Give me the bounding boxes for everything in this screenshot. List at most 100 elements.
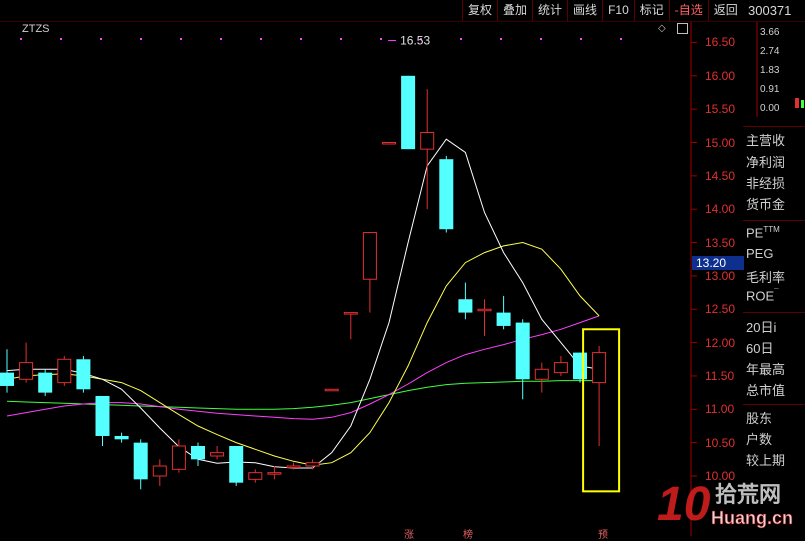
candle-body — [171, 445, 186, 470]
candle — [210, 445, 225, 460]
candle-body — [267, 472, 282, 475]
toolbar: 复权 叠加 统计 画线 F10 标记 -自选 返回 — [462, 0, 743, 21]
side-label-market-cap[interactable]: 总市值 — [746, 380, 785, 399]
side-label-gross-margin[interactable]: 毛利率 — [746, 267, 785, 286]
candle — [534, 362, 549, 393]
candle-body — [0, 372, 14, 386]
candle-body — [496, 312, 511, 326]
candle-body — [248, 472, 263, 480]
top-marker-dots — [20, 38, 622, 40]
candle-body — [420, 131, 435, 150]
candle — [38, 369, 53, 396]
badge-limit-up[interactable]: 涨 — [404, 526, 414, 541]
candle — [477, 299, 492, 336]
candle — [57, 355, 72, 386]
candle-body — [592, 352, 607, 384]
y-tick-label: 11.00 — [705, 402, 735, 417]
side-label-shareholders[interactable]: 股东 — [746, 408, 772, 427]
top-dot — [620, 38, 622, 40]
candle — [229, 445, 244, 487]
y-tick-label: 13.00 — [705, 268, 736, 283]
top-dot — [60, 38, 62, 40]
candle — [458, 282, 473, 320]
watermark-cn: 拾荒网 — [715, 482, 781, 508]
mini-tick-label: 1.83 — [760, 65, 780, 76]
candle-body — [382, 142, 396, 145]
f10-button[interactable]: F10 — [602, 0, 634, 21]
candle-body — [439, 159, 454, 230]
y-tick-label: 12.50 — [705, 302, 736, 317]
candle-body — [229, 445, 244, 483]
side-divider — [743, 220, 805, 221]
roe-text: ROE — [746, 288, 775, 304]
candlestick-chart[interactable]: 16.53 — [0, 22, 742, 536]
mini-tick-label: 0.91 — [760, 84, 780, 95]
top-dot — [260, 38, 262, 40]
top-dot — [340, 38, 342, 40]
candle-body — [95, 395, 110, 436]
top-dot — [500, 38, 502, 40]
side-label-roe[interactable]: ROE¯ — [746, 288, 779, 303]
side-label-cash[interactable]: 货币金 — [746, 194, 785, 213]
y-tick-label: 10.50 — [705, 435, 736, 450]
mark-button[interactable]: 标记 — [633, 0, 669, 21]
top-dot — [100, 38, 102, 40]
side-label-peg[interactable]: PEG — [746, 246, 773, 261]
candle — [343, 312, 358, 340]
y-tick-label: 15.50 — [705, 102, 736, 117]
side-label-year-high[interactable]: 年最高 — [746, 359, 785, 378]
draw-line-button[interactable]: 画线 — [567, 0, 602, 21]
side-panel: 3.66 2.74 1.83 0.91 0.00 主营收 净利润 非经损 货币金 PET… — [743, 22, 805, 536]
pe-text: PE — [746, 225, 764, 241]
max-price-label: 16.53 — [400, 33, 430, 47]
side-divider — [743, 126, 805, 127]
side-label-net-profit[interactable]: 净利润 — [746, 152, 785, 171]
side-label-revenue[interactable]: 主营收 — [746, 130, 785, 149]
badge-ranking[interactable]: 榜 — [463, 526, 473, 541]
side-label-vs-prev[interactable]: 较上期 — [746, 450, 785, 469]
candle — [496, 295, 511, 330]
watchlist-button[interactable]: -自选 — [668, 0, 708, 21]
side-label-pe[interactable]: PETTM — [746, 225, 780, 240]
candle — [95, 395, 110, 446]
candle — [439, 155, 454, 233]
candle-body — [38, 372, 53, 393]
candle — [0, 349, 14, 393]
side-label-accounts[interactable]: 户数 — [746, 429, 772, 448]
candle-body — [477, 308, 492, 312]
top-dot — [380, 38, 382, 40]
restore-rights-button[interactable]: 复权 — [462, 0, 497, 21]
y-tick-label: 14.00 — [705, 202, 736, 217]
statistics-button[interactable]: 统计 — [532, 0, 567, 21]
candle — [191, 442, 205, 466]
top-dot — [20, 38, 22, 40]
candle — [515, 319, 530, 400]
stock-code: 300371 — [748, 3, 792, 18]
candle — [573, 352, 587, 383]
badge-forecast[interactable]: 预 — [598, 526, 608, 541]
candle-body — [458, 299, 473, 313]
candle — [76, 355, 91, 393]
top-dot — [140, 38, 142, 40]
mini-bar-green — [801, 100, 804, 108]
side-label-20d[interactable]: 20日i — [746, 317, 776, 336]
top-dot — [300, 38, 302, 40]
y-tick-label: 16.00 — [705, 68, 736, 83]
overlay-button[interactable]: 叠加 — [497, 0, 532, 21]
back-button[interactable]: 返回 — [707, 0, 743, 21]
roe-mark: ¯ — [774, 288, 779, 297]
candle — [324, 388, 339, 392]
candle — [171, 439, 186, 473]
side-label-non-recurring[interactable]: 非经损 — [746, 173, 785, 192]
candle-body — [286, 465, 301, 468]
y-tick-label: 11.50 — [705, 368, 735, 383]
candle-body — [305, 462, 320, 467]
watermark-logo: 10 拾荒网 Huang.cn — [657, 478, 793, 531]
candle-body — [343, 312, 358, 315]
current-price-tag: 13.20 — [692, 255, 744, 270]
candle — [382, 142, 396, 145]
mini-bar-red — [795, 98, 799, 108]
candle-body — [19, 362, 34, 380]
side-label-60d[interactable]: 60日 — [746, 338, 773, 357]
candle — [592, 345, 607, 446]
